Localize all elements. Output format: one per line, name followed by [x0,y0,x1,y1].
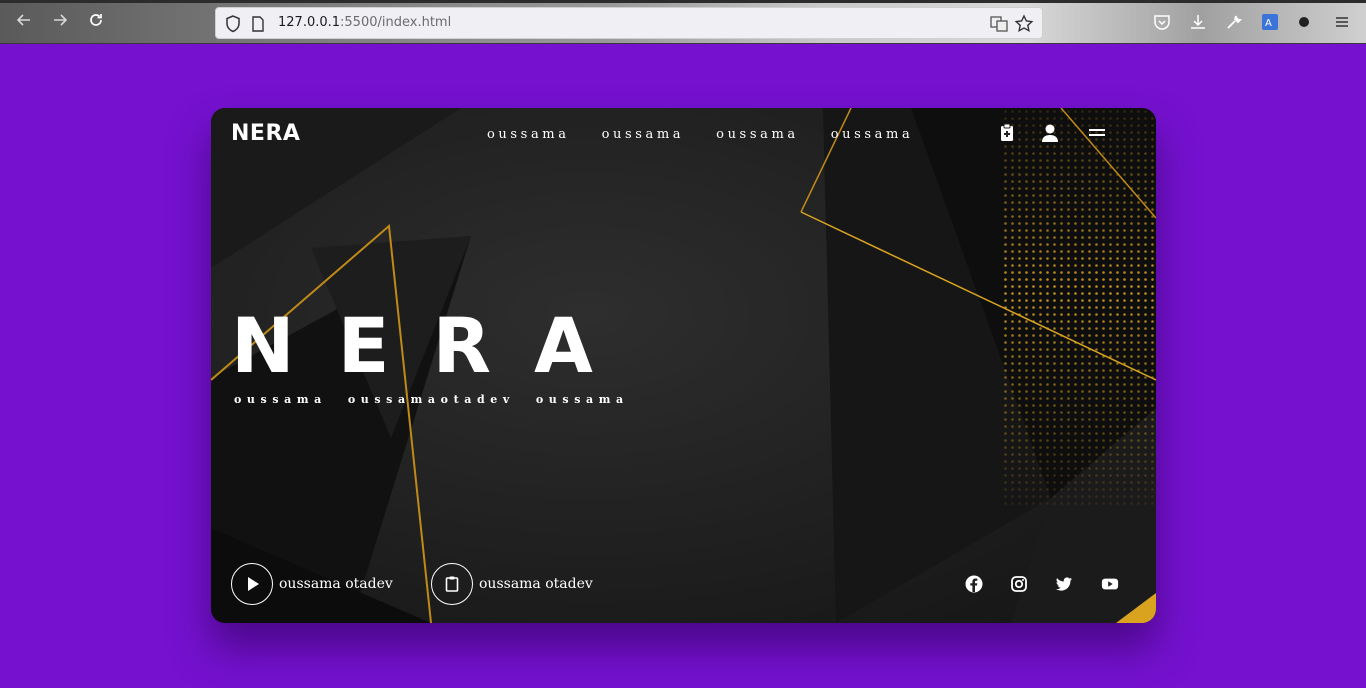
nav-link-3[interactable]: oussama [716,127,799,142]
youtube-icon[interactable] [1101,575,1119,593]
main-nav: oussama oussama oussama oussama [487,127,913,142]
play-button[interactable] [231,563,273,605]
clipboard-action[interactable]: oussama otadev [431,563,593,605]
browser-toolbar: 127.0.0.1:5500/index.html A [0,0,1366,44]
user-icon[interactable] [1040,123,1060,143]
reload-button[interactable] [84,11,108,35]
hero-title: NERA [231,301,636,390]
hero-subtitle-3: oussama [535,393,629,406]
svg-text:A: A [1265,18,1272,29]
instagram-icon[interactable] [1010,575,1028,593]
hero-subtitle-1: oussama [234,393,327,406]
play-action[interactable]: oussama otadev [231,563,393,605]
extension-icon[interactable] [1295,13,1313,31]
url-text[interactable]: 127.0.0.1:5500/index.html [278,15,451,30]
url-path: :5500/index.html [340,15,452,30]
page-info-icon[interactable] [251,16,265,32]
site-logo[interactable]: NERA [231,121,300,146]
clipboard-action-label[interactable]: oussama otadev [479,576,593,592]
play-action-label[interactable]: oussama otadev [279,576,393,592]
nav-link-2[interactable]: oussama [602,127,685,142]
url-host: 127.0.0.1 [278,15,341,30]
play-icon [248,577,259,591]
shield-icon[interactable] [225,15,241,33]
hero-card: NERA oussama oussama oussama oussama NER… [211,108,1156,623]
twitter-icon[interactable] [1055,575,1073,593]
wrench-icon[interactable] [1225,13,1243,31]
back-button[interactable] [12,11,36,35]
hero-subtitle: oussama oussamaotadev oussama [234,393,629,406]
address-bar[interactable]: 127.0.0.1:5500/index.html [215,7,1043,39]
forward-button[interactable] [48,11,72,35]
nav-link-1[interactable]: oussama [487,127,570,142]
arrow-left-icon [16,14,30,26]
menu-icon[interactable] [1333,13,1351,31]
translate-extension-icon[interactable]: A [1261,13,1279,31]
clipboard-button[interactable] [431,563,473,605]
pocket-icon[interactable] [1153,13,1171,31]
arrow-right-icon [54,14,68,26]
hero-subtitle-2: oussamaotadev [347,393,515,406]
clipboard-plus-icon[interactable] [997,123,1017,143]
hamburger-menu-icon[interactable] [1087,123,1107,143]
bookmark-star-icon[interactable] [1014,14,1034,34]
facebook-icon[interactable] [965,575,983,593]
translate-icon[interactable] [990,15,1008,33]
clipboard-icon [445,576,459,592]
reload-icon [90,14,102,26]
nav-link-4[interactable]: oussama [831,127,914,142]
download-icon[interactable] [1189,13,1207,31]
